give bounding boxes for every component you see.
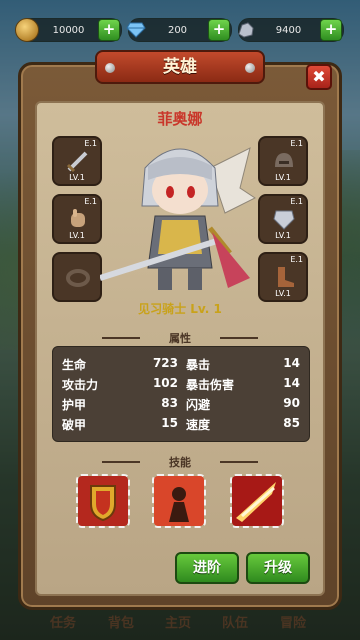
slash-skill-icon [232,476,282,526]
hero-portrait [99,128,260,300]
equip-slot-armor[interactable]: E.1 LV.1 [258,194,308,244]
berserk-skill-icon [154,476,204,526]
nav-team[interactable]: 队伍 [222,612,248,631]
upgrade-button[interactable]: 升级 [246,552,310,584]
stat-value: 15 [161,416,178,430]
close-button[interactable]: ✖ [306,64,332,90]
coin-icon [15,18,39,42]
shield-skill-icon [78,476,128,526]
stat-label: 速度 [186,418,211,432]
stat-value: 102 [152,376,178,390]
gauntlet-icon [64,205,92,233]
skills-heading: 技能 [100,454,260,470]
stat-label: 攻击力 [62,378,99,392]
stat-value: 83 [161,396,178,410]
equip-slot-gloves[interactable]: E.1 LV.1 [52,194,102,244]
stat-label: 暴击伤害 [186,378,235,392]
nav-quests[interactable]: 任务 [50,612,76,631]
panel-title: 英雄 [95,50,265,84]
gem-value: 200 [167,24,188,36]
skill-3[interactable] [230,474,284,528]
equip-slot-weapon[interactable]: E.1 LV.1 [52,136,102,186]
equip-slot-ring[interactable] [52,252,102,302]
helmet-icon [270,147,298,175]
advance-button[interactable]: 进阶 [175,552,239,584]
rivet-icon [245,63,255,73]
boots-icon [270,263,298,291]
hero-rank: 见习骑士 Lv. 1 [138,302,222,316]
stat-label: 破甲 [62,418,87,432]
gold-counter: 10000 + [15,18,122,42]
gold-value: 10000 [52,24,85,36]
rivet-icon [105,63,115,73]
sword-icon [64,147,92,175]
ore-counter: 9400 + [238,18,344,42]
stat-value: 14 [283,356,300,370]
ore-value: 9400 [275,24,302,36]
add-ore-button[interactable]: + [320,19,342,41]
equip-slot-helmet[interactable]: E.1 LV.1 [258,136,308,186]
attributes-heading: 属性 [100,330,260,346]
add-gem-button[interactable]: + [208,19,230,41]
gem-counter: 200 + [125,18,232,42]
stat-value: 14 [283,376,300,390]
stat-label: 生命 [62,358,87,372]
stat-value: 723 [152,356,178,370]
nav-bag[interactable]: 背包 [108,612,134,631]
skill-2[interactable] [152,474,206,528]
nav-home[interactable]: 主页 [165,612,191,631]
skill-1[interactable] [76,474,130,528]
stat-label: 暴击 [186,358,211,372]
stat-value: 85 [283,416,300,430]
equip-slot-boots[interactable]: E.1 LV.1 [258,252,308,302]
ring-icon [64,263,92,291]
hero-name: 菲奥娜 [157,110,203,128]
armor-icon [270,205,298,233]
stat-label: 闪避 [186,398,211,412]
add-gold-button[interactable]: + [98,19,120,41]
bottom-nav: 任务 背包 主页 队伍 冒险 [0,608,360,640]
ore-icon [235,19,257,41]
stat-label: 护甲 [62,398,87,412]
stat-value: 90 [283,396,300,410]
gem-icon [125,19,147,41]
nav-adventure[interactable]: 冒险 [280,612,306,631]
